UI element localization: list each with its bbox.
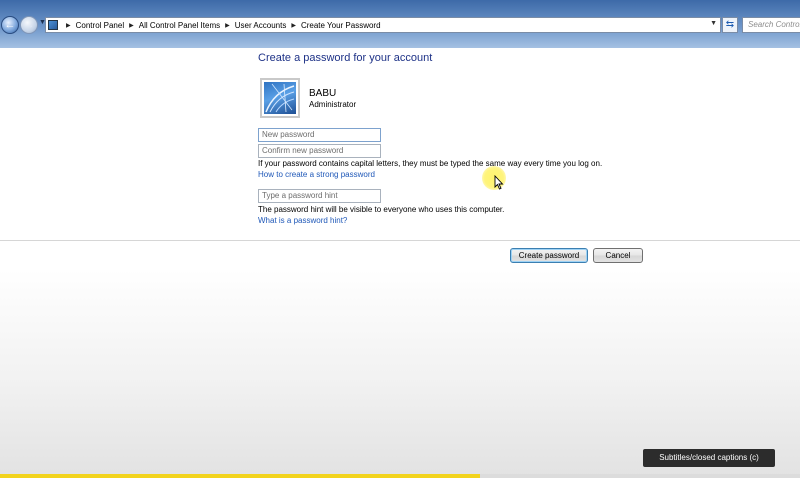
- breadcrumb-separator-icon[interactable]: ▶: [129, 22, 134, 29]
- user-role: Administrator: [309, 100, 357, 109]
- section-divider: [0, 240, 800, 241]
- back-button[interactable]: ←: [1, 16, 19, 34]
- video-overlay-gradient: [0, 270, 800, 478]
- captions-tooltip: Subtitles/closed captions (c): [643, 449, 775, 467]
- cursor-icon: [494, 175, 504, 190]
- user-name: BABU: [309, 88, 337, 99]
- forward-arrow-icon: →: [23, 19, 35, 31]
- forward-button[interactable]: →: [20, 16, 38, 34]
- video-progress-fill: [0, 474, 480, 478]
- address-dropdown-icon[interactable]: ▼: [710, 20, 717, 27]
- breadcrumb-separator-icon[interactable]: ▶: [291, 22, 296, 29]
- page-title: Create a password for your account: [258, 52, 433, 64]
- back-arrow-icon: ←: [4, 19, 16, 31]
- password-hint-link[interactable]: What is a password hint?: [258, 216, 347, 225]
- cancel-button[interactable]: Cancel: [593, 248, 643, 263]
- address-field[interactable]: ▶ Control Panel ▶ All Control Panel Item…: [45, 17, 721, 33]
- breadcrumb-separator-icon[interactable]: ▶: [66, 22, 71, 29]
- refresh-button[interactable]: ⇆: [722, 17, 738, 33]
- password-hint-field[interactable]: Type a password hint: [258, 189, 381, 203]
- new-password-field[interactable]: New password: [258, 128, 381, 142]
- breadcrumb-all-items[interactable]: All Control Panel Items: [139, 21, 220, 30]
- breadcrumb-control-panel[interactable]: Control Panel: [76, 21, 124, 30]
- hint-note: The password hint will be visible to eve…: [258, 205, 505, 214]
- breadcrumb-create-password[interactable]: Create Your Password: [301, 21, 381, 30]
- address-bar-area: ← → ▼ ▶ Control Panel ▶ All Control Pane…: [0, 0, 800, 48]
- create-password-button[interactable]: Create password: [510, 248, 588, 263]
- search-input[interactable]: Search Control Panel: [742, 17, 800, 33]
- strong-password-link[interactable]: How to create a strong password: [258, 170, 375, 179]
- control-panel-icon: [48, 20, 58, 30]
- breadcrumb-user-accounts[interactable]: User Accounts: [235, 21, 287, 30]
- confirm-password-field[interactable]: Confirm new password: [258, 144, 381, 158]
- breadcrumb-separator-icon[interactable]: ▶: [225, 22, 230, 29]
- caps-note: If your password contains capital letter…: [258, 159, 603, 168]
- user-avatar: [260, 78, 300, 118]
- user-avatar-icon: [264, 82, 296, 114]
- video-progress-bar[interactable]: [0, 474, 800, 478]
- refresh-icon: ⇆: [725, 19, 735, 30]
